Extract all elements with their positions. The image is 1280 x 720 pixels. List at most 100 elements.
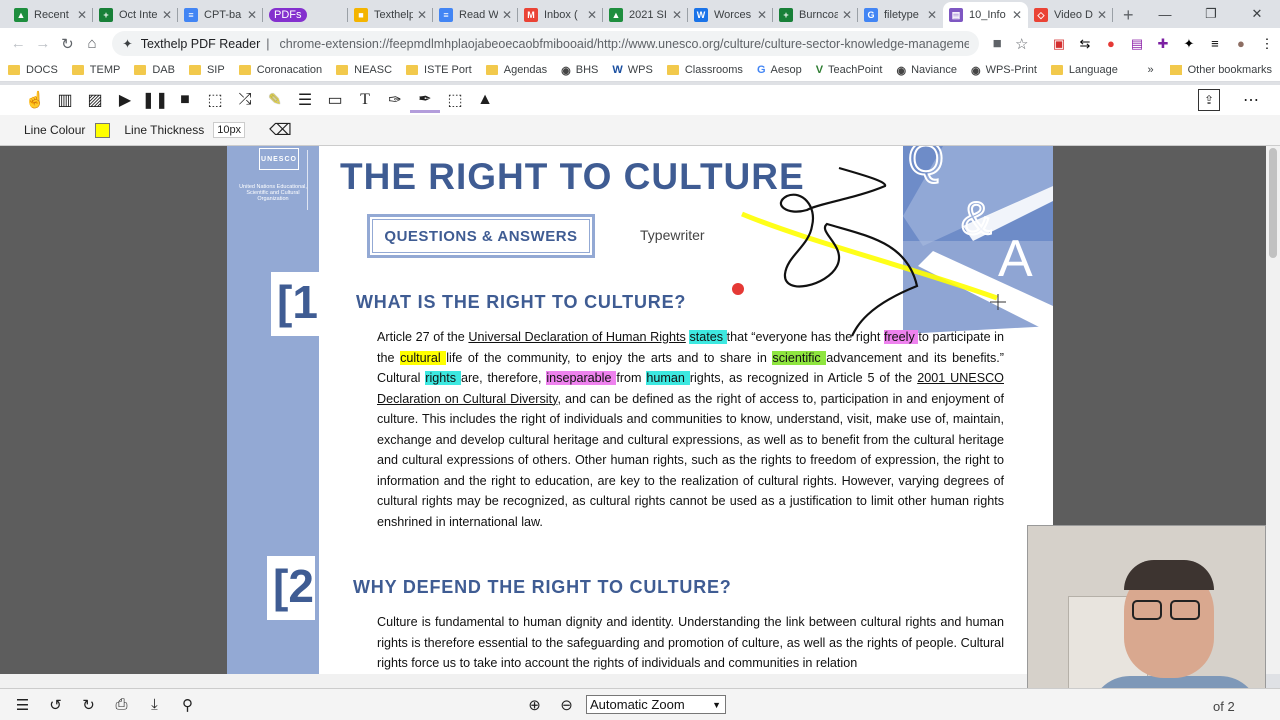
pen-icon[interactable]: ✒ — [410, 87, 440, 113]
browser-tab[interactable]: ≡ Read W ✕ — [433, 2, 518, 28]
bookmark-item[interactable]: ISTE Port — [406, 64, 472, 76]
play-icon[interactable]: ▶ — [110, 87, 140, 113]
vertical-scrollbar[interactable] — [1266, 146, 1280, 674]
search-icon[interactable]: ⚲ — [171, 696, 204, 714]
bookmark-item[interactable]: ◉ Naviance — [896, 64, 956, 77]
ext-e-icon[interactable]: ≡ — [1202, 36, 1228, 51]
bookmark-item[interactable]: ◉ WPS-Print — [971, 64, 1037, 77]
picture-dictionary-icon[interactable]: ▨ — [80, 87, 110, 113]
list-icon[interactable]: ☰ — [290, 87, 320, 113]
browser-tab[interactable]: Gfiletype ✕ — [858, 2, 943, 28]
bookmark-item[interactable]: SIP — [188, 64, 225, 76]
bookmark-item[interactable]: TEMP — [71, 64, 120, 76]
shuffle-icon[interactable]: ⤮ — [230, 87, 260, 113]
tab-close-icon[interactable]: ✕ — [672, 8, 682, 22]
export-icon[interactable]: ⇪ — [1198, 89, 1220, 111]
hand-pointer-icon[interactable]: ☝ — [20, 87, 50, 113]
pause-icon[interactable]: ❚❚ — [140, 87, 170, 113]
browser-tab[interactable]: M Inbox (✕ — [518, 2, 603, 28]
bookmark-item[interactable]: NEASC — [336, 64, 392, 76]
tab-close-icon[interactable]: ✕ — [417, 8, 427, 22]
g-logo-icon: G — [756, 64, 766, 76]
zoom-out-icon[interactable]: ⊖ — [550, 696, 583, 714]
tab-close-icon[interactable]: ✕ — [1012, 8, 1022, 22]
extensions-icon[interactable]: ✦ — [1176, 36, 1202, 52]
bookmark-item[interactable]: V TeachPoint — [816, 64, 883, 76]
tab-close-icon[interactable]: ✕ — [77, 8, 87, 22]
browser-tab[interactable]: W Worces ✕ — [688, 2, 773, 28]
tab-close-icon[interactable]: ✕ — [247, 8, 257, 22]
other-bookmarks[interactable]: Other bookmarks — [1188, 64, 1272, 76]
udhr-link[interactable]: Universal Declaration of Human Rights — [468, 330, 685, 344]
browser-tab[interactable]: ≡ CPT-ba ✕ — [178, 2, 263, 28]
bookmark-item[interactable]: ◉ BHS — [561, 64, 598, 77]
more-options-icon[interactable]: ⋯ — [1236, 87, 1266, 113]
tab-close-icon[interactable]: ✕ — [757, 8, 767, 22]
bookmark-item[interactable]: DOCS — [8, 64, 58, 76]
forward-icon[interactable]: → — [31, 35, 56, 52]
tab-close-icon[interactable]: ✕ — [587, 8, 597, 22]
highlighter-icon[interactable]: ✎ — [260, 87, 290, 113]
camera-icon[interactable]: ■ — [985, 35, 1010, 52]
browser-tab[interactable]: ▲ Recent ✕ — [8, 2, 93, 28]
ext-b-icon[interactable]: ⇆ — [1072, 36, 1098, 52]
bookmark-item[interactable]: DAB — [134, 64, 175, 76]
minimize-icon[interactable]: — — [1142, 0, 1188, 28]
browser-tab[interactable]: PDFs — [263, 2, 348, 28]
tab-close-icon[interactable]: ✕ — [1097, 8, 1107, 22]
text-tool-icon[interactable]: T — [350, 87, 380, 113]
outline-list-icon[interactable]: ☰ — [6, 696, 39, 714]
close-window-icon[interactable]: ✕ — [1234, 0, 1280, 28]
print-icon[interactable]: ⎙ — [105, 696, 138, 713]
ext-a-icon[interactable]: ▣ — [1046, 36, 1072, 52]
zoom-in-icon[interactable]: ⊕ — [518, 696, 551, 714]
shape-select-icon[interactable]: ⬚ — [440, 87, 470, 113]
tab-close-icon[interactable]: ✕ — [502, 8, 512, 22]
stop-icon[interactable]: ■ — [170, 87, 200, 113]
p1-text-i: , and can be defined as the right of acc… — [377, 391, 1004, 529]
download-icon[interactable]: ⤓ — [138, 696, 171, 713]
bookmark-item[interactable]: W WPS — [612, 64, 652, 76]
typewriter-text-annotation[interactable]: Typewriter — [640, 227, 705, 243]
vertical-scrollbar-thumb[interactable] — [1269, 148, 1277, 258]
dictionary-book-icon[interactable]: ▥ — [50, 87, 80, 113]
ext-c-icon[interactable]: ● — [1098, 36, 1124, 51]
eraser-icon[interactable]: ⌫ — [269, 120, 292, 140]
browser-tab[interactable]: ◇ Video D ✕ — [1028, 2, 1113, 28]
zoom-select[interactable]: Automatic Zoom ▼ — [586, 695, 726, 714]
tab-close-icon[interactable]: ✕ — [927, 8, 937, 22]
line-thickness-input[interactable]: 10px — [213, 122, 246, 138]
reload-icon[interactable]: ↻ — [55, 35, 80, 53]
tab-close-icon[interactable]: ✕ — [842, 8, 852, 22]
maximize-icon[interactable]: ❐ — [1188, 0, 1234, 28]
ext-pdf-icon[interactable]: ▤ — [1124, 36, 1150, 52]
menu-kebab-icon[interactable]: ⋮ — [1254, 36, 1280, 52]
home-icon[interactable]: ⌂ — [80, 35, 105, 52]
tab-close-icon[interactable]: ✕ — [162, 8, 172, 22]
screen-mask-select-icon[interactable]: ⬚ — [200, 87, 230, 113]
new-tab-icon[interactable]: + — [1113, 2, 1144, 28]
bookmark-item[interactable]: Classrooms — [666, 64, 743, 76]
omnibox[interactable]: ✦ Texthelp PDF Reader | chrome-extension… — [112, 31, 979, 56]
browser-tab[interactable]: ▤ 10_Info ✕ — [943, 2, 1028, 28]
star-icon[interactable]: ☆ — [1009, 35, 1034, 53]
bookmark-item[interactable]: Coronacation — [238, 64, 322, 76]
line-colour-swatch[interactable] — [95, 122, 111, 138]
back-icon[interactable]: ← — [6, 35, 31, 52]
paragraph-1: Article 27 of the Universal Declaration … — [377, 327, 1004, 532]
rotate-left-icon[interactable]: ↺ — [39, 696, 72, 714]
presentation-icon[interactable]: ▭ — [320, 87, 350, 113]
ext-d-icon[interactable]: ✚ — [1150, 36, 1176, 52]
bookmark-item[interactable]: Agendas — [485, 64, 547, 76]
browser-tab[interactable]: ▲ 2021 SI ✕ — [603, 2, 688, 28]
bookmark-item[interactable]: Language — [1050, 64, 1118, 76]
browser-tab[interactable]: ■ Texthelp ✕ — [348, 2, 433, 28]
shapes-icon[interactable]: ▲ — [470, 87, 500, 113]
profile-avatar[interactable]: ● — [1228, 36, 1254, 51]
bookmarks-more-icon[interactable]: » — [1148, 64, 1154, 76]
browser-tab[interactable]: + Oct Inte ✕ — [93, 2, 178, 28]
bookmark-item[interactable]: G Aesop — [757, 64, 802, 76]
pin-icon[interactable]: ✑ — [380, 87, 410, 113]
browser-tab[interactable]: + Burncoa ✕ — [773, 2, 858, 28]
rotate-right-icon[interactable]: ↻ — [72, 696, 105, 714]
